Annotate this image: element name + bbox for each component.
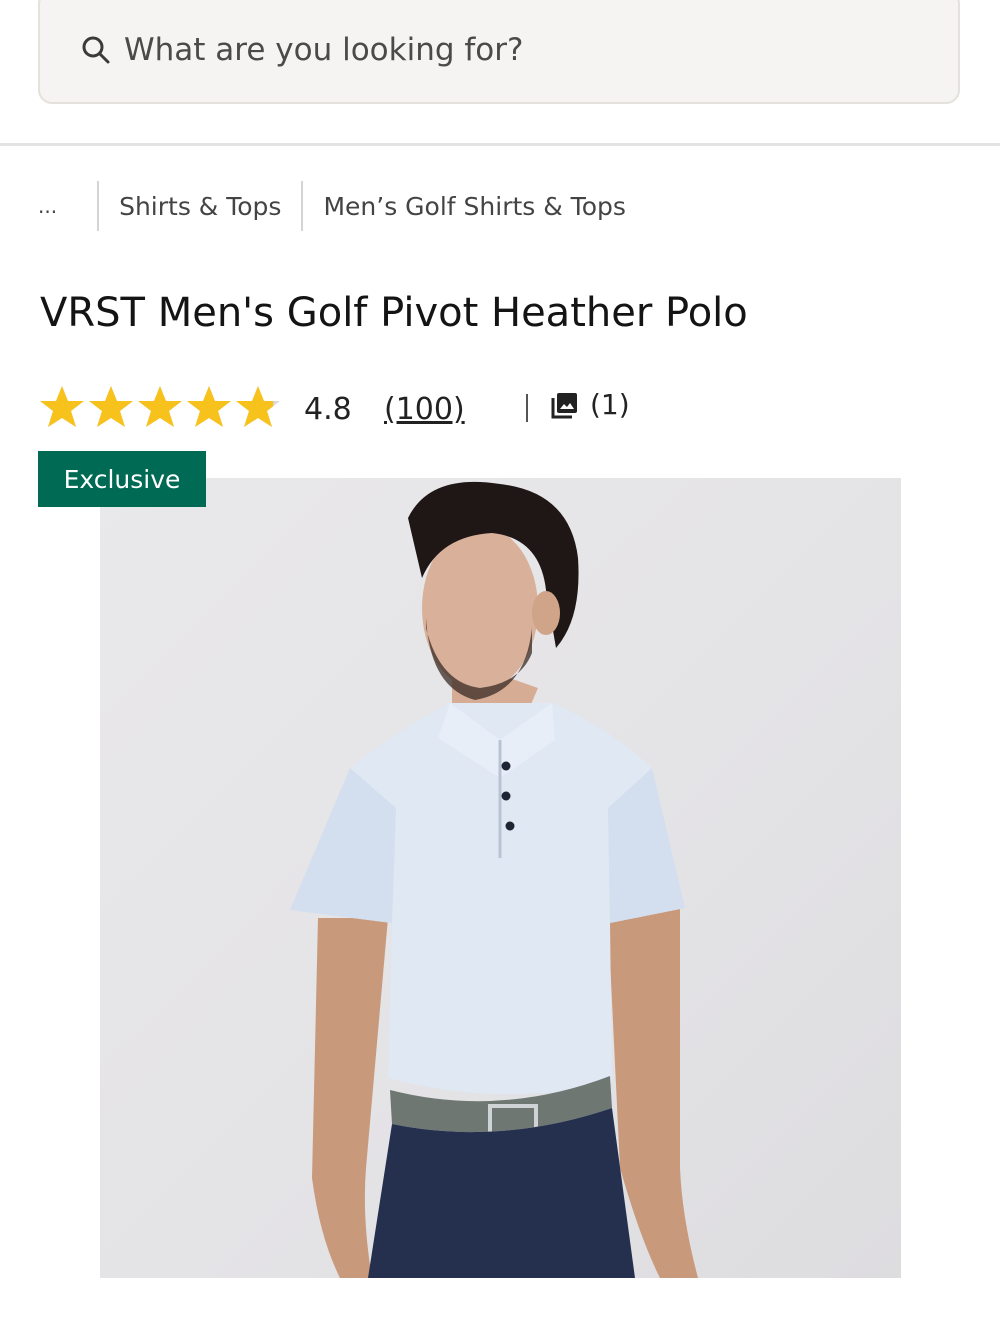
star-icon bbox=[89, 386, 133, 427]
product-image[interactable] bbox=[100, 478, 901, 1278]
star-icon bbox=[40, 386, 84, 427]
search-icon bbox=[82, 36, 110, 64]
breadcrumb: ... Shirts & Tops Men’s Golf Shirts & To… bbox=[38, 180, 626, 232]
star-icon bbox=[138, 386, 182, 427]
product-title: VRST Men's Golf Pivot Heather Polo bbox=[40, 290, 748, 336]
search-input[interactable] bbox=[124, 22, 904, 78]
star-rating[interactable] bbox=[38, 384, 283, 432]
breadcrumb-shirts-tops[interactable]: Shirts & Tops bbox=[119, 192, 281, 221]
breadcrumb-separator bbox=[301, 181, 304, 231]
breadcrumb-ellipsis[interactable]: ... bbox=[38, 194, 77, 218]
header-divider bbox=[0, 143, 1000, 146]
star-half-icon bbox=[236, 386, 274, 427]
star-icon bbox=[187, 386, 231, 427]
search-box[interactable] bbox=[38, 0, 960, 104]
rating-row: 4.8 (100) (1) bbox=[38, 382, 738, 438]
review-count-link[interactable]: (100) bbox=[384, 392, 465, 427]
photo-library-icon bbox=[551, 392, 577, 418]
breadcrumb-separator bbox=[97, 181, 100, 231]
breadcrumb-mens-golf-shirts-tops[interactable]: Men’s Golf Shirts & Tops bbox=[323, 192, 625, 221]
rating-value: 4.8 bbox=[304, 392, 352, 427]
exclusive-badge: Exclusive bbox=[38, 451, 206, 507]
rating-divider bbox=[526, 394, 528, 422]
customer-photos-link[interactable]: (1) bbox=[550, 388, 630, 421]
photos-count: (1) bbox=[590, 388, 630, 421]
model-wearing-polo-illustration bbox=[290, 481, 698, 1278]
